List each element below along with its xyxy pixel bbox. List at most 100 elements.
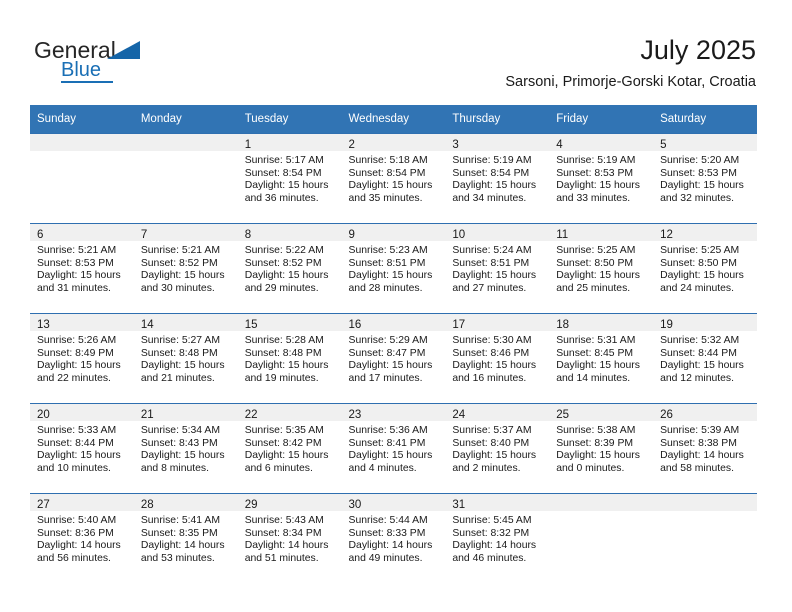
daylight-text: Daylight: 15 hours xyxy=(556,450,640,462)
day-cell-details: Sunrise: 5:29 AM Sunset: 8:47 PM Daylight:… xyxy=(342,331,446,385)
day-number: 8 xyxy=(244,229,252,241)
day-cell-details: Sunrise: 5:44 AM Sunset: 8:33 PM Daylight:… xyxy=(342,511,446,565)
daylight-text: Daylight: 15 hours xyxy=(660,270,744,282)
day-number: 12 xyxy=(660,229,673,241)
daylight-text: and 6 minutes. xyxy=(244,462,313,474)
day-number-bar: 26 xyxy=(653,404,757,421)
daylight-text: and 17 minutes. xyxy=(348,372,423,384)
calendar-day-cell[interactable]: 31 Sunrise: 5:45 AM Sunset: 8:32 PM Dayligh… xyxy=(445,493,550,583)
sunset-text: Sunset: 8:39 PM xyxy=(556,437,634,449)
calendar-day-cell[interactable]: 10 Sunrise: 5:24 AM Sunset: 8:51 PM Dayligh… xyxy=(445,223,550,314)
calendar-header-row: Sunday Monday Tuesday Wednesday Thursday Frid… xyxy=(30,105,757,134)
day-number-bar: 8 xyxy=(237,224,342,241)
triangle-icon xyxy=(107,41,140,59)
day-number: 26 xyxy=(660,409,673,421)
day-cell-details xyxy=(549,511,653,515)
calendar-body: 1 Sunrise: 5:17 AM Sunset: 8:54 PM Daylight… xyxy=(30,133,757,583)
calendar-day-cell[interactable]: 29 Sunrise: 5:43 AM Sunset: 8:34 PM Dayligh… xyxy=(237,493,342,583)
calendar-day-cell[interactable]: 3 Sunrise: 5:19 AM Sunset: 8:54 PM Daylight… xyxy=(445,133,550,224)
sunrise-text: Sunrise: 5:24 AM xyxy=(452,245,532,256)
calendar-day-cell[interactable]: 25 Sunrise: 5:38 AM Sunset: 8:39 PM Dayligh… xyxy=(549,403,654,494)
weekday-header-saturday: Saturday xyxy=(653,105,757,134)
calendar-day-cell[interactable]: 20 Sunrise: 5:33 AM Sunset: 8:44 PM Dayligh… xyxy=(30,403,134,494)
daylight-text: Daylight: 14 hours xyxy=(140,540,225,552)
calendar-day-cell[interactable]: 23 Sunrise: 5:36 AM Sunset: 8:41 PM Dayligh… xyxy=(341,403,446,494)
day-cell-details: Sunrise: 5:37 AM Sunset: 8:40 PM Daylight:… xyxy=(445,421,549,475)
calendar-day-cell[interactable]: 9 Sunrise: 5:23 AM Sunset: 8:51 PM Daylight… xyxy=(341,223,446,314)
sunset-text: Sunset: 8:54 PM xyxy=(244,167,322,179)
day-cell-details: Sunrise: 5:23 AM Sunset: 8:51 PM Daylight:… xyxy=(342,241,446,295)
calendar-day-cell-empty xyxy=(549,493,654,583)
sunset-text: Sunset: 8:38 PM xyxy=(660,437,737,449)
calendar-day-cell[interactable]: 8 Sunrise: 5:22 AM Sunset: 8:52 PM Daylight… xyxy=(237,223,342,314)
calendar-day-cell[interactable]: 18 Sunrise: 5:31 AM Sunset: 8:45 PM Dayligh… xyxy=(549,313,654,404)
calendar-day-cell[interactable]: 5 Sunrise: 5:20 AM Sunset: 8:53 PM Daylight… xyxy=(653,133,757,224)
day-number-bar: 10 xyxy=(445,224,550,241)
daylight-text: Daylight: 14 hours xyxy=(452,540,537,552)
day-cell-details xyxy=(653,511,757,515)
daylight-text: and 46 minutes. xyxy=(452,552,527,564)
day-number-bar: 22 xyxy=(237,404,342,421)
daylight-text: Daylight: 15 hours xyxy=(140,450,225,462)
calendar-day-cell[interactable]: 6 Sunrise: 5:21 AM Sunset: 8:53 PM Daylight… xyxy=(30,223,134,314)
day-number-bar: 2 xyxy=(341,134,446,151)
sunrise-text: Sunrise: 5:37 AM xyxy=(452,425,532,436)
calendar-day-cell[interactable]: 13 Sunrise: 5:26 AM Sunset: 8:49 PM Dayligh… xyxy=(30,313,134,404)
calendar-day-cell[interactable]: 4 Sunrise: 5:19 AM Sunset: 8:53 PM Daylight… xyxy=(549,133,654,224)
calendar-day-cell[interactable]: 26 Sunrise: 5:39 AM Sunset: 8:38 PM Dayligh… xyxy=(653,403,757,494)
daylight-text: and 19 minutes. xyxy=(244,372,319,384)
day-number-bar: 19 xyxy=(653,314,757,331)
calendar-day-cell[interactable]: 14 Sunrise: 5:27 AM Sunset: 8:48 PM Dayligh… xyxy=(133,313,238,404)
calendar-day-cell[interactable]: 28 Sunrise: 5:41 AM Sunset: 8:35 PM Dayligh… xyxy=(133,493,238,583)
calendar-day-cell[interactable]: 24 Sunrise: 5:37 AM Sunset: 8:40 PM Dayligh… xyxy=(445,403,550,494)
day-cell-details: Sunrise: 5:27 AM Sunset: 8:48 PM Daylight:… xyxy=(134,331,238,385)
day-cell-details: Sunrise: 5:21 AM Sunset: 8:52 PM Daylight:… xyxy=(134,241,238,295)
day-number-bar: 4 xyxy=(549,134,654,151)
day-number: 28 xyxy=(140,499,154,511)
calendar-day-cell[interactable]: 1 Sunrise: 5:17 AM Sunset: 8:54 PM Daylight… xyxy=(237,133,342,224)
calendar-day-cell[interactable]: 2 Sunrise: 5:18 AM Sunset: 8:54 PM Daylight… xyxy=(341,133,446,224)
sunrise-text: Sunrise: 5:34 AM xyxy=(140,425,220,436)
calendar-day-cell[interactable]: 11 Sunrise: 5:25 AM Sunset: 8:50 PM Dayligh… xyxy=(549,223,654,314)
daylight-text: and 29 minutes. xyxy=(244,282,319,294)
day-number-bar: 12 xyxy=(653,224,757,241)
day-number: 5 xyxy=(660,139,667,151)
calendar-day-cell[interactable]: 12 Sunrise: 5:25 AM Sunset: 8:50 PM Dayligh… xyxy=(653,223,757,314)
weekday-header-wednesday: Wednesday xyxy=(341,105,446,134)
calendar-day-cell[interactable]: 30 Sunrise: 5:44 AM Sunset: 8:33 PM Dayligh… xyxy=(341,493,446,583)
day-cell-details: Sunrise: 5:19 AM Sunset: 8:54 PM Daylight:… xyxy=(445,151,549,205)
sunset-text: Sunset: 8:47 PM xyxy=(348,347,426,359)
day-number-bar: 16 xyxy=(341,314,446,331)
calendar-week-row: 27 Sunrise: 5:40 AM Sunset: 8:36 PM Dayligh… xyxy=(30,493,757,583)
sunrise-text: Sunrise: 5:23 AM xyxy=(348,245,428,256)
daylight-text: Daylight: 14 hours xyxy=(660,450,744,462)
daylight-text: Daylight: 14 hours xyxy=(348,540,433,552)
calendar-day-cell[interactable]: 15 Sunrise: 5:28 AM Sunset: 8:48 PM Dayligh… xyxy=(237,313,342,404)
day-number: 21 xyxy=(140,409,154,421)
daylight-text: and 34 minutes. xyxy=(452,192,527,204)
daylight-text: Daylight: 15 hours xyxy=(140,270,225,282)
calendar-day-cell[interactable]: 19 Sunrise: 5:32 AM Sunset: 8:44 PM Dayligh… xyxy=(653,313,757,404)
day-cell-details: Sunrise: 5:21 AM Sunset: 8:53 PM Daylight:… xyxy=(30,241,134,295)
title-block: July 2025 Sarsoni, Primorje-Gorski Kotar… xyxy=(505,34,756,92)
sunrise-text: Sunrise: 5:32 AM xyxy=(660,335,740,346)
day-number-bar: 28 xyxy=(133,494,238,511)
sunrise-text: Sunrise: 5:20 AM xyxy=(660,155,740,166)
sunrise-text: Sunrise: 5:44 AM xyxy=(348,515,428,526)
daylight-text: and 22 minutes. xyxy=(37,372,111,384)
daylight-text: Daylight: 15 hours xyxy=(244,450,329,462)
day-number: 2 xyxy=(348,139,355,151)
sunrise-text: Sunrise: 5:45 AM xyxy=(452,515,532,526)
calendar-day-cell[interactable]: 21 Sunrise: 5:34 AM Sunset: 8:43 PM Dayligh… xyxy=(133,403,238,494)
calendar-day-cell[interactable]: 22 Sunrise: 5:35 AM Sunset: 8:42 PM Dayligh… xyxy=(237,403,342,494)
calendar-day-cell-empty xyxy=(653,493,757,583)
calendar-day-cell[interactable]: 7 Sunrise: 5:21 AM Sunset: 8:52 PM Daylight… xyxy=(133,223,238,314)
daylight-text: and 49 minutes. xyxy=(348,552,423,564)
day-number: 31 xyxy=(452,499,466,511)
calendar-day-cell[interactable]: 17 Sunrise: 5:30 AM Sunset: 8:46 PM Dayligh… xyxy=(445,313,550,404)
calendar-day-cell[interactable]: 16 Sunrise: 5:29 AM Sunset: 8:47 PM Dayligh… xyxy=(341,313,446,404)
calendar-week-row: 1 Sunrise: 5:17 AM Sunset: 8:54 PM Daylight… xyxy=(30,133,757,224)
calendar-day-cell[interactable]: 27 Sunrise: 5:40 AM Sunset: 8:36 PM Dayligh… xyxy=(30,493,134,583)
day-number-bar: 14 xyxy=(133,314,238,331)
day-number: 3 xyxy=(452,139,459,151)
